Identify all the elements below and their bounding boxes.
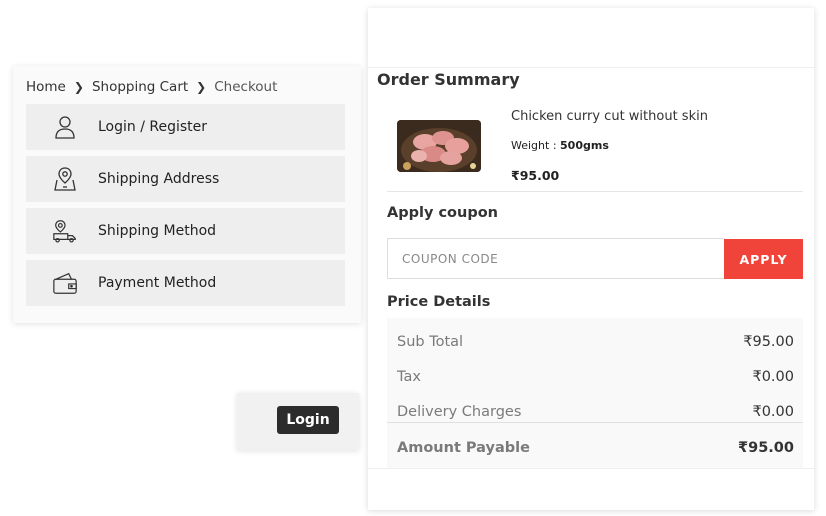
breadcrumb-cart[interactable]: Shopping Cart xyxy=(92,79,188,95)
price-row-sub-total: Sub Total ₹95.00 xyxy=(387,327,803,357)
price-details-box: Sub Total ₹95.00 Tax ₹0.00 Delivery Char… xyxy=(387,318,803,468)
order-summary-title: Order Summary xyxy=(377,70,520,89)
weight-label: Weight : xyxy=(511,139,561,152)
step-label: Shipping Address xyxy=(98,171,220,187)
product-name: Chicken curry cut without skin xyxy=(511,109,708,124)
price-row-label: Amount Payable xyxy=(397,440,530,456)
chevron-right-icon: ❯ xyxy=(73,80,84,94)
summary-footer-bar xyxy=(368,468,814,510)
login-button[interactable]: Login xyxy=(277,406,339,434)
summary-header-bar xyxy=(368,8,814,68)
order-summary-panel: Order Summary Chicken curry cut without … xyxy=(368,8,814,510)
checkout-steps-card: Home ❯ Shopping Cart ❯ Checkout Login / … xyxy=(13,66,361,323)
divider xyxy=(387,191,803,192)
step-payment-method[interactable]: Payment Method xyxy=(26,260,345,306)
step-label: Login / Register xyxy=(98,119,208,135)
step-shipping-address[interactable]: Shipping Address xyxy=(26,156,345,202)
product-weight: Weight : 500gms xyxy=(511,139,609,152)
step-login-register[interactable]: Login / Register xyxy=(26,104,345,150)
login-panel: Login xyxy=(237,393,359,450)
price-row-value: ₹95.00 xyxy=(743,334,794,350)
step-label: Shipping Method xyxy=(98,223,217,239)
divider xyxy=(387,422,803,423)
weight-value: 500gms xyxy=(560,139,609,152)
breadcrumb: Home ❯ Shopping Cart ❯ Checkout xyxy=(26,79,277,95)
product-price: ₹95.00 xyxy=(511,168,560,183)
coupon-code-input[interactable] xyxy=(387,238,725,279)
price-row-label: Sub Total xyxy=(397,334,464,350)
price-row-value: ₹0.00 xyxy=(752,369,794,385)
user-icon xyxy=(52,114,78,140)
price-row-value: ₹95.00 xyxy=(738,440,794,456)
step-shipping-method[interactable]: Shipping Method xyxy=(26,208,345,254)
price-row-amount-payable: Amount Payable ₹95.00 xyxy=(387,433,803,463)
price-row-label: Tax xyxy=(397,369,421,385)
product-image xyxy=(397,120,481,172)
price-details-title: Price Details xyxy=(387,294,491,310)
wallet-icon xyxy=(52,270,78,296)
price-row-value: ₹0.00 xyxy=(752,404,794,420)
breadcrumb-checkout: Checkout xyxy=(214,79,278,95)
price-row-label: Delivery Charges xyxy=(397,404,522,420)
location-pin-icon xyxy=(52,166,78,192)
chevron-right-icon: ❯ xyxy=(196,80,207,94)
step-label: Payment Method xyxy=(98,275,217,291)
apply-coupon-button[interactable]: APPLY xyxy=(724,239,803,279)
breadcrumb-home[interactable]: Home xyxy=(26,79,66,95)
price-row-tax: Tax ₹0.00 xyxy=(387,362,803,392)
apply-coupon-title: Apply coupon xyxy=(387,205,498,221)
delivery-truck-icon xyxy=(52,218,78,244)
